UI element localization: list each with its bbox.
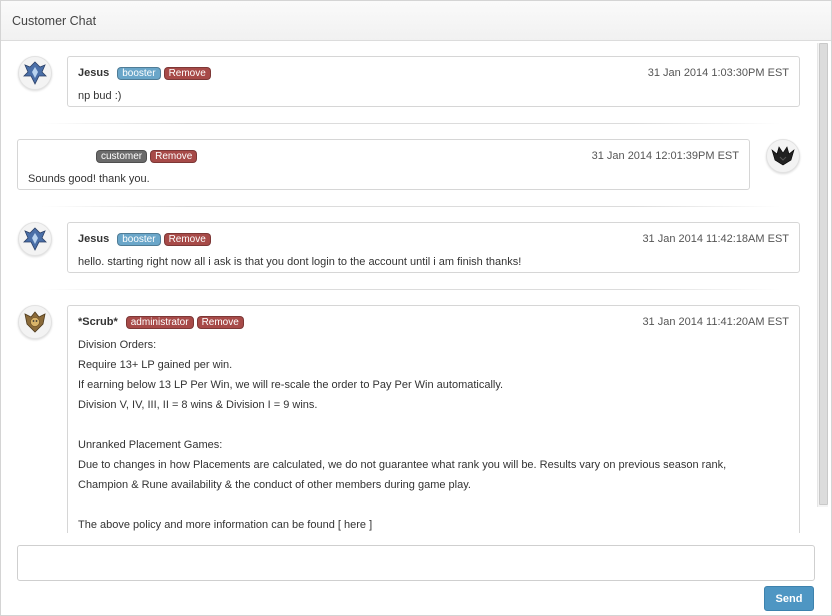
message-line: Unranked Placement Games: [78,439,223,451]
message-line [78,495,789,515]
message-line: If earning below 13 LP Per Win, we will … [78,379,504,391]
message-line [78,415,789,435]
message-bubble: Jesus booster Remove 31 Jan 2014 1:03:30… [67,56,800,107]
remove-button[interactable]: Remove [196,315,244,329]
message-bubble: *Scrub* administrator Remove 31 Jan 2014… [67,305,800,533]
role-badge: booster [117,232,161,246]
author-name: Jesus [78,233,110,245]
author-name: *Scrub* [78,316,118,328]
author-name: Jesus [78,67,110,79]
remove-button[interactable]: Remove [163,232,211,246]
message-line: Require 13+ LP gained per win. [78,359,233,371]
message-line: Division V, IV, III, II = 8 wins & Divis… [78,399,318,411]
role-badge: booster [117,66,161,80]
scrollbar-thumb[interactable] [819,43,828,505]
message-divider [41,289,781,290]
role-badge: customer [96,149,148,163]
panel-header: Customer Chat [1,1,831,41]
message-line: Due to changes in how Placements are cal… [78,459,727,471]
gold-crest-icon [18,305,52,339]
message-line: The above policy and more information ca… [78,519,373,531]
message-bubble: Jesus booster Remove 31 Jan 2014 11:42:1… [67,222,800,273]
message-text: np bud :) [78,90,122,102]
dark-crest-icon [766,139,800,173]
role-badge: administrator [125,315,194,329]
chat-scrollbar[interactable] [817,43,828,507]
message-input[interactable] [18,546,814,580]
remove-button[interactable]: Remove [163,66,211,80]
customer-chat-panel: Customer Chat Jesus booster Remove 31 Ja… [0,0,832,616]
message-input-wrapper [17,545,815,581]
message-timestamp: 31 Jan 2014 11:42:18AM EST [642,233,789,245]
message-timestamp: 31 Jan 2014 1:03:30PM EST [647,67,789,79]
remove-button[interactable]: Remove [150,149,198,163]
diamond-rank-icon [18,56,52,90]
message-bubble: customer Remove 31 Jan 2014 12:01:39PM E… [17,139,750,190]
message-divider [41,206,781,207]
message-divider [41,123,781,124]
message-text: hello. starting right now all i ask is t… [78,256,522,268]
send-button[interactable]: Send [764,586,814,611]
panel-title: Customer Chat [12,13,97,28]
chat-message-list[interactable]: Jesus booster Remove 31 Jan 2014 1:03:30… [1,41,831,533]
message-text: Sounds good! thank you. [28,173,150,185]
message-timestamp: 31 Jan 2014 11:41:20AM EST [642,316,789,328]
message-timestamp: 31 Jan 2014 12:01:39PM EST [591,150,739,162]
diamond-rank-icon [18,222,52,256]
message-line: Division Orders: [78,339,157,351]
message-text: Division Orders: Require 13+ LP gained p… [78,335,789,533]
message-line: Champion & Rune availability & the condu… [78,479,471,491]
